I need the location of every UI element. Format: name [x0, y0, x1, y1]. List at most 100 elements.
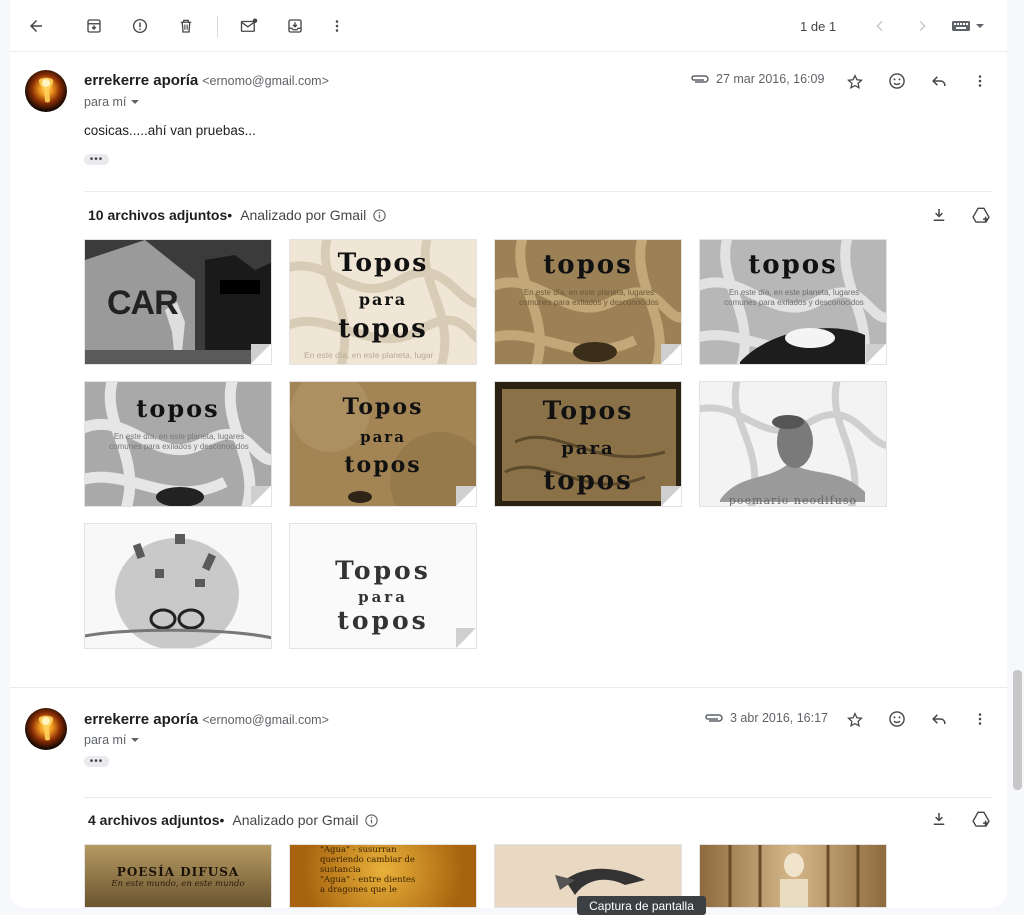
- attachment-thumbnail[interactable]: Topos para topos: [289, 523, 477, 649]
- sender-email: <ernomo@gmail.com>: [202, 713, 329, 727]
- sender-name[interactable]: errekerre aporía <ernomo@gmail.com>: [84, 72, 329, 89]
- message-more-icon[interactable]: [967, 68, 993, 94]
- attachment-thumbnail[interactable]: CAR: [84, 239, 272, 365]
- attachment-clip-icon: [705, 714, 723, 722]
- page-fold: [251, 486, 271, 506]
- thumbnail-title: POESÍA DIFUSA: [116, 865, 240, 879]
- thumbnail-text: CAR: [107, 284, 179, 322]
- attachment-divider: [84, 797, 992, 798]
- thumbnail-caption: En este día, en este planeta, lugar: [304, 350, 434, 360]
- page-fold: [661, 344, 681, 364]
- poem-line: "Agua" - entre dientes: [320, 875, 416, 885]
- chevron-left-icon[interactable]: [866, 12, 894, 40]
- attachments-count: 4 archivos adjuntos: [88, 812, 220, 828]
- page-fold: [661, 486, 681, 506]
- poem-line: a dragones que le: [320, 885, 397, 895]
- thumbnail-caption: En este mundo, en este mundo: [111, 879, 245, 889]
- recipient-dropdown[interactable]: para mí: [84, 733, 140, 747]
- thumbnail-poem: "Agua" - susurran queriendo cambiar de s…: [320, 845, 460, 895]
- thumbnail-caption: En este día, en este planeta, lugares co…: [519, 288, 659, 307]
- thumbnail-subtitle: para: [358, 290, 408, 309]
- add-to-drive-icon[interactable]: [969, 807, 993, 831]
- page-fold: [251, 344, 271, 364]
- thumbnail-title: Topos: [542, 396, 634, 425]
- sender-email: <ernomo@gmail.com>: [202, 74, 329, 88]
- toolbar-separator: [217, 16, 218, 38]
- chevron-right-icon[interactable]: [908, 12, 936, 40]
- attachment-thumbnail[interactable]: topos En este día, en este planeta, luga…: [494, 239, 682, 365]
- caret-down-icon: [131, 100, 140, 104]
- attachment-clip-icon: [691, 75, 709, 83]
- attachment-thumbnail[interactable]: [699, 844, 887, 908]
- show-trimmed-button[interactable]: •••: [84, 756, 109, 767]
- date-text: 27 mar 2016, 16:09: [716, 72, 825, 86]
- poem-line: queriendo cambiar de: [320, 855, 415, 865]
- pager-text: 1 de 1: [800, 19, 837, 34]
- thumbnail-title: topos: [136, 394, 220, 423]
- page-fold: [456, 486, 476, 506]
- message-date: 3 abr 2016, 16:17: [704, 711, 828, 725]
- attachments-count: 10 archivos adjuntos: [88, 207, 228, 223]
- message-separator: [10, 687, 1007, 688]
- bullet: •: [219, 812, 225, 828]
- attachments-header: 4 archivos adjuntos • Analizado por Gmail: [88, 812, 379, 828]
- poem-line: "Agua" - susurran: [320, 845, 397, 855]
- thumbnail-title: Topos: [337, 248, 429, 277]
- star-icon[interactable]: [842, 707, 868, 733]
- sender-name-text: errekerre aporía: [84, 711, 199, 728]
- download-all-icon[interactable]: [927, 807, 951, 831]
- avatar[interactable]: [25, 708, 67, 750]
- attachment-thumbnail[interactable]: Topos para topos: [289, 381, 477, 507]
- attachment-thumbnail[interactable]: topos En este día, en este planeta, luga…: [84, 381, 272, 507]
- attachment-thumbnail[interactable]: Topos para topos En este día, en este pl…: [289, 239, 477, 365]
- emoji-icon[interactable]: [884, 68, 910, 94]
- attachment-thumbnail[interactable]: topos En este día, en este planeta, luga…: [699, 239, 887, 365]
- scrollbar-thumb[interactable]: [1013, 670, 1022, 790]
- thumbnail-title: Topos: [342, 394, 424, 420]
- star-icon[interactable]: [842, 69, 868, 95]
- attachment-thumbnail[interactable]: poemario neodifuso: [699, 381, 887, 507]
- message-date: 27 mar 2016, 16:09: [690, 72, 824, 86]
- mark-unread-icon[interactable]: [235, 12, 263, 40]
- archive-icon[interactable]: [80, 12, 108, 40]
- info-icon[interactable]: [364, 813, 379, 828]
- gmail-page: 1 de 1 errekerre aporía <ernomo@gmail.com…: [0, 0, 1024, 915]
- screenshot-tooltip: Captura de pantalla: [577, 896, 706, 915]
- more-vert-icon[interactable]: [323, 12, 351, 40]
- trash-icon[interactable]: [172, 12, 200, 40]
- sender-name[interactable]: errekerre aporía <ernomo@gmail.com>: [84, 711, 329, 728]
- keyboard-icon[interactable]: [950, 12, 988, 40]
- message-more-icon[interactable]: [967, 706, 993, 732]
- avatar[interactable]: [25, 70, 67, 112]
- thumbnail-caption: poemario neodifuso: [728, 494, 858, 507]
- attachment-thumbnail[interactable]: "Agua" - susurran queriendo cambiar de s…: [289, 844, 477, 908]
- thumbnail-title-2: topos: [543, 466, 633, 496]
- back-arrow-icon[interactable]: [22, 12, 50, 40]
- thumbnail-title: topos: [748, 250, 838, 280]
- attachment-thumbnail[interactable]: Topos para topos: [494, 381, 682, 507]
- reply-icon[interactable]: [926, 706, 952, 732]
- info-icon[interactable]: [372, 208, 387, 223]
- thumbnail-subtitle: para: [360, 428, 406, 446]
- thumbnail-subtitle: para: [561, 438, 615, 459]
- thumbnail-title-2: topos: [337, 606, 429, 635]
- thumbnail-caption: En este día, en este planeta, lugares co…: [724, 288, 864, 307]
- spam-icon[interactable]: [126, 12, 154, 40]
- bullet: •: [227, 207, 233, 223]
- download-all-icon[interactable]: [927, 203, 951, 227]
- attachment-thumbnail[interactable]: [84, 523, 272, 649]
- page-fold: [456, 628, 476, 648]
- recipient-label: para mí: [84, 733, 127, 747]
- caret-down-icon: [131, 738, 140, 742]
- sender-name-text: errekerre aporía: [84, 72, 199, 89]
- attachments-header: 10 archivos adjuntos • Analizado por Gmai…: [88, 207, 387, 223]
- emoji-icon[interactable]: [884, 706, 910, 732]
- show-trimmed-button[interactable]: •••: [84, 154, 109, 165]
- move-to-inbox-icon[interactable]: [281, 12, 309, 40]
- reply-icon[interactable]: [926, 68, 952, 94]
- recipient-dropdown[interactable]: para mí: [84, 95, 140, 109]
- scanned-label: Analizado por Gmail: [240, 207, 367, 223]
- attachment-thumbnail[interactable]: POESÍA DIFUSA En este mundo, en este mun…: [84, 844, 272, 908]
- add-to-drive-icon[interactable]: [969, 203, 993, 227]
- scanned-label: Analizado por Gmail: [232, 812, 359, 828]
